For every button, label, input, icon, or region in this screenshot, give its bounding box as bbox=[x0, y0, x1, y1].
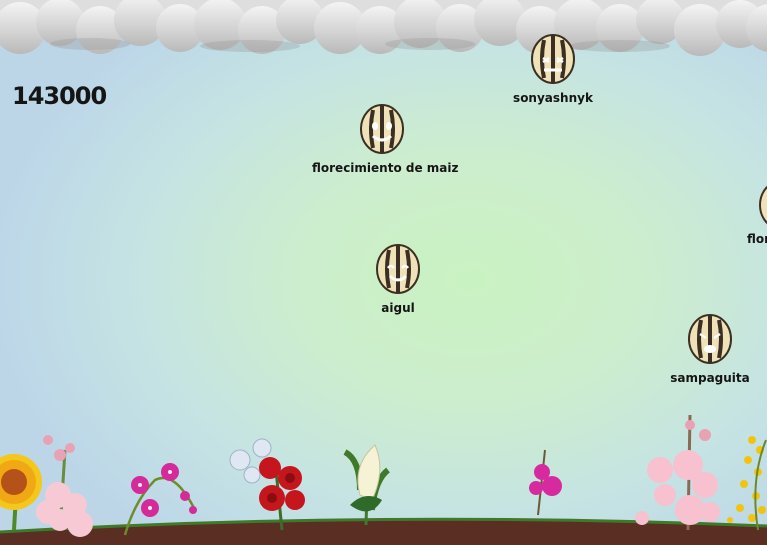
falling-seed[interactable]: aigul bbox=[328, 244, 468, 324]
sunflower-seed-icon bbox=[376, 244, 420, 294]
flower-garden bbox=[0, 400, 767, 545]
seed-word-label: sonyashnyk bbox=[513, 91, 593, 105]
falling-seed[interactable]: flor bbox=[727, 180, 767, 250]
falling-seed[interactable]: sampaguita bbox=[640, 314, 767, 394]
falling-seed[interactable]: florecimiento de maiz bbox=[312, 104, 459, 184]
score-counter: 143000 bbox=[12, 82, 107, 110]
seed-word-label: sampaguita bbox=[670, 371, 750, 385]
seed-word-label: florecimiento de maiz bbox=[312, 161, 459, 175]
sunflower-seed-icon bbox=[531, 34, 575, 84]
falling-seed[interactable]: sonyashnyk bbox=[483, 34, 623, 114]
cloud-icon bbox=[0, 0, 767, 56]
sunflower-seed-icon bbox=[360, 104, 404, 154]
flower-icon bbox=[0, 414, 767, 545]
sunflower-seed-icon bbox=[688, 314, 732, 364]
seed-word-label: flor bbox=[747, 232, 767, 246]
sunflower-seed-icon bbox=[759, 185, 767, 225]
cloud-strip bbox=[0, 0, 767, 62]
seed-word-label: aigul bbox=[381, 301, 415, 315]
